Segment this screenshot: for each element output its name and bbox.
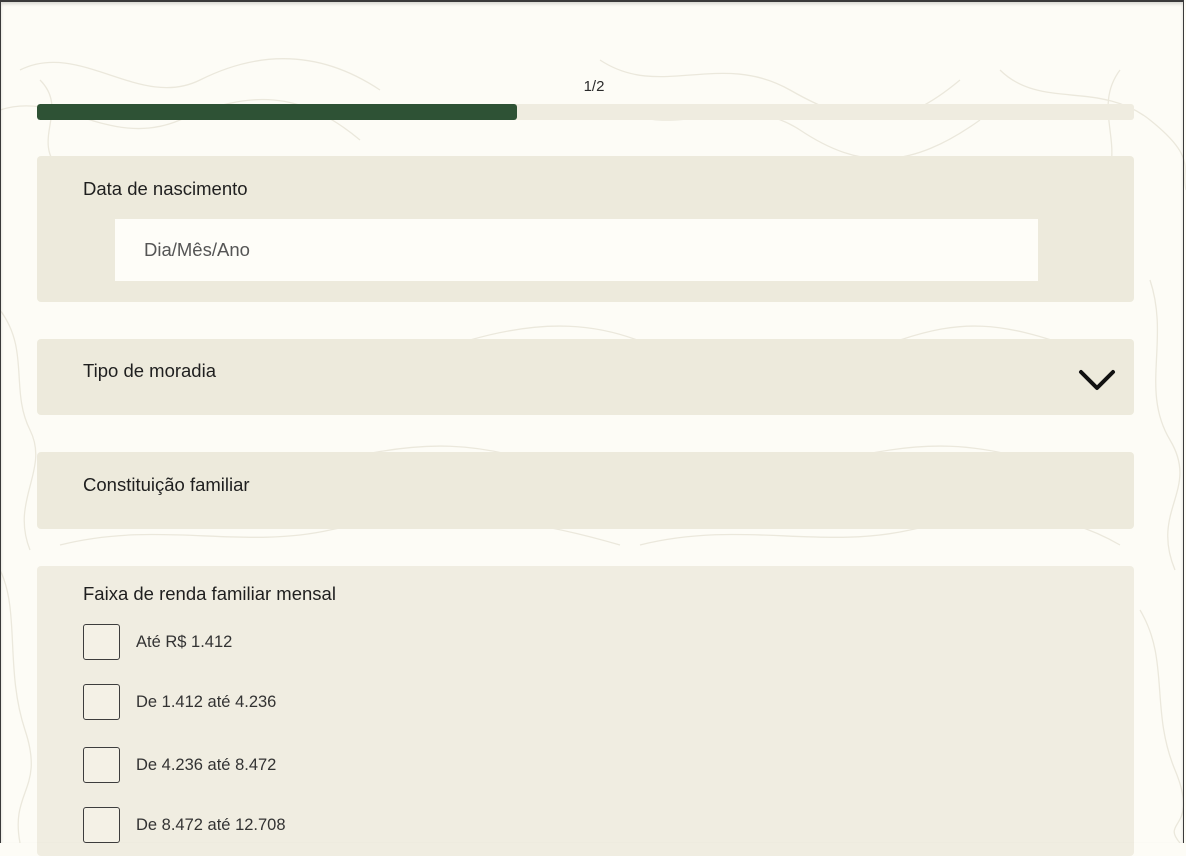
- family-composition-field[interactable]: Constituição familiar: [37, 452, 1134, 529]
- income-option-checkbox[interactable]: [83, 807, 120, 843]
- progress-bar: [37, 104, 1134, 120]
- income-range-card: Faixa de renda familiar mensal Até R$ 1.…: [37, 566, 1134, 856]
- income-option-label: Até R$ 1.412: [136, 632, 233, 651]
- birth-date-label: Data de nascimento: [83, 178, 248, 199]
- income-option[interactable]: Até R$ 1.412: [83, 623, 232, 661]
- family-composition-label: Constituição familiar: [83, 474, 250, 495]
- income-option-checkbox[interactable]: [83, 684, 120, 720]
- income-option[interactable]: De 8.472 até 12.708: [83, 806, 286, 844]
- housing-type-select[interactable]: Tipo de moradia: [37, 339, 1134, 415]
- housing-type-label: Tipo de moradia: [83, 360, 216, 381]
- income-option[interactable]: De 1.412 até 4.236: [83, 683, 276, 721]
- income-option[interactable]: De 4.236 até 8.472: [83, 746, 276, 784]
- income-option-checkbox[interactable]: [83, 624, 120, 660]
- income-option-checkbox[interactable]: [83, 747, 120, 783]
- birth-date-input[interactable]: [115, 219, 1038, 281]
- income-option-label: De 8.472 até 12.708: [136, 815, 286, 834]
- income-option-label: De 4.236 até 8.472: [136, 755, 277, 774]
- progress-bar-fill: [37, 104, 517, 120]
- chevron-down-icon[interactable]: [1078, 367, 1116, 393]
- income-range-label: Faixa de renda familiar mensal: [83, 583, 336, 604]
- birth-date-card: Data de nascimento: [37, 156, 1134, 302]
- progress-step-label: 1/2: [583, 78, 605, 95]
- income-option-label: De 1.412 até 4.236: [136, 692, 277, 711]
